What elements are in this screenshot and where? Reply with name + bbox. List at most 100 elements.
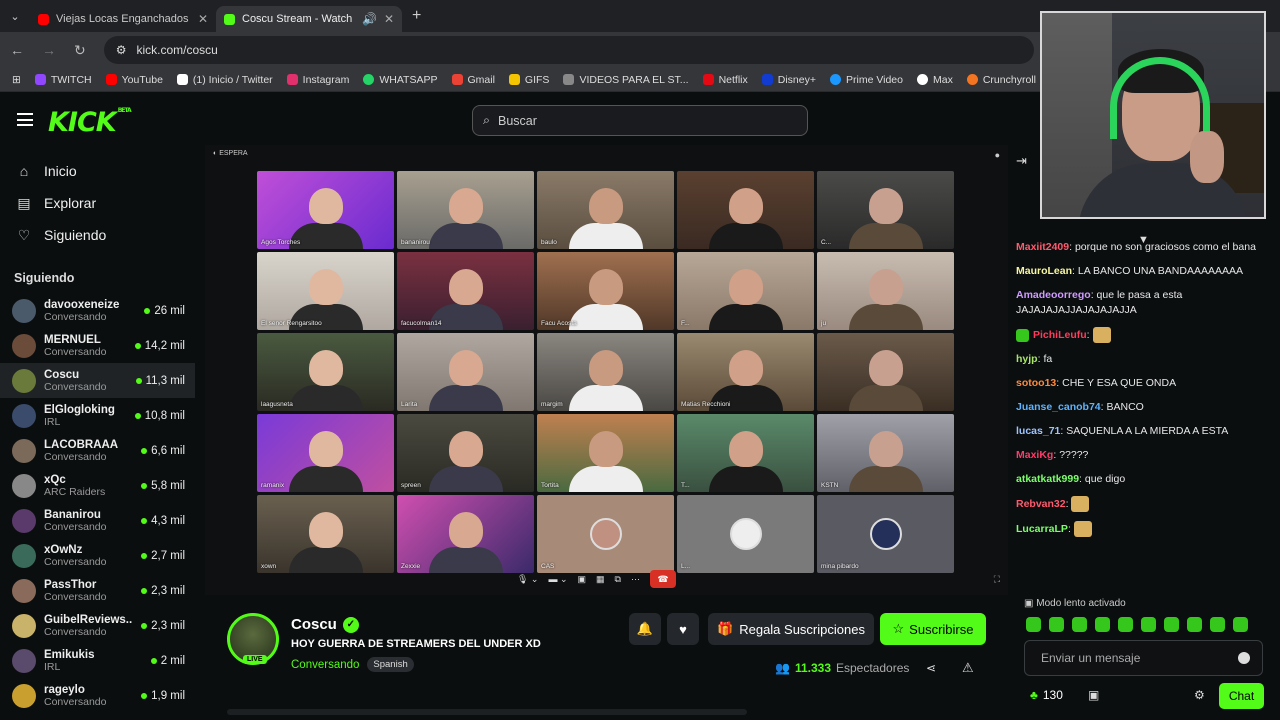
browser-tab-1[interactable]: Viejas Locas Enganchados Parte ✕	[30, 6, 216, 32]
bookmark[interactable]: Netflix	[702, 74, 748, 86]
emote-icon[interactable]	[1164, 617, 1179, 632]
hangup-button[interactable]: ☎	[649, 570, 676, 588]
bookmark[interactable]: Instagram	[286, 74, 349, 86]
participant-tile[interactable]	[817, 333, 954, 411]
site-info-icon[interactable]: ⚙	[116, 43, 127, 57]
bookmark[interactable]: TWITCH	[34, 74, 92, 86]
sidebar-channel[interactable]: xOwNz Conversando 2,7 mil	[0, 538, 195, 573]
nav-explorar[interactable]: ▤ Explorar	[0, 187, 205, 219]
participant-tile[interactable]: bananirou	[397, 171, 534, 249]
store-icon[interactable]: ▣	[1088, 688, 1099, 702]
chat-username[interactable]: Maxiit2409	[1016, 241, 1069, 253]
emoji-icon[interactable]	[1238, 652, 1250, 664]
category-link[interactable]: Conversando	[291, 659, 359, 671]
sidebar-channel[interactable]: Emikukis IRL 2 mil	[0, 643, 195, 678]
more-icon[interactable]: ⋯	[631, 574, 640, 585]
address-bar[interactable]: ⚙ kick.com/coscu	[103, 36, 1034, 64]
tab-search-icon[interactable]: ⌄	[0, 10, 30, 23]
layout-icon[interactable]: ▦	[596, 574, 605, 585]
chat-username[interactable]: Juanse_canob74	[1016, 401, 1101, 413]
video-player[interactable]: ◐ ESPERA Agos Torches bananirou baulo C... E…	[205, 145, 1008, 595]
emote-icon[interactable]	[1210, 617, 1225, 632]
bookmark[interactable]: Disney+	[761, 74, 816, 86]
camera-icon[interactable]: ▬ ⌄	[548, 574, 567, 585]
participant-tile[interactable]: spreen	[397, 414, 534, 492]
participant-tile[interactable]: facucolman14	[397, 252, 534, 330]
bookmark[interactable]: WHATSAPP	[363, 74, 438, 86]
emote-icon[interactable]	[1026, 617, 1041, 632]
search-input[interactable]: ⌕ Buscar	[472, 105, 808, 136]
subscribe-button[interactable]: ☆ Suscribirse	[880, 613, 986, 645]
back-icon[interactable]: ←	[10, 42, 24, 58]
participant-tile[interactable]: T...	[677, 414, 814, 492]
send-chat-button[interactable]: Chat	[1219, 683, 1264, 709]
speaker-icon[interactable]: 🔊	[362, 12, 377, 26]
gift-subs-button[interactable]: 🎁 Regala Suscripciones	[708, 613, 874, 645]
participant-tile[interactable]: baulo	[537, 171, 674, 249]
sidebar-channel[interactable]: xQc ARC Raiders 5,8 mil	[0, 468, 195, 503]
participant-tile[interactable]: Larita	[397, 333, 534, 411]
chat-username[interactable]: MauroLean	[1016, 265, 1072, 277]
captions-icon[interactable]: ▣	[578, 574, 587, 585]
chat-username[interactable]: PichiLeufu	[1033, 329, 1087, 341]
participant-tile[interactable]: margim	[537, 333, 674, 411]
share-icon[interactable]: ⋖	[926, 661, 936, 675]
gear-icon[interactable]: ⚙	[1194, 688, 1205, 702]
emote-icon[interactable]	[1187, 617, 1202, 632]
nav-siguiendo[interactable]: ♡ Siguiendo	[0, 219, 205, 251]
bookmark[interactable]: Crunchyroll	[966, 74, 1036, 86]
participant-tile[interactable]: L...	[677, 495, 814, 573]
collapse-chat-icon[interactable]: ⇥	[1016, 153, 1027, 169]
sidebar-channel[interactable]: Bananirou Conversando 4,3 mil	[0, 503, 195, 538]
mic-icon[interactable]: 🎙 ⌄	[517, 574, 538, 585]
sidebar-channel[interactable]: davooxeneize Conversando 26 mil	[0, 293, 195, 328]
participant-tile[interactable]: El senor Rengarsitoo	[257, 252, 394, 330]
bookmark[interactable]: Gmail	[451, 74, 495, 86]
sidebar-channel[interactable]: GuibelReviews... Conversando 2,3 mil	[0, 608, 195, 643]
chat-username[interactable]: LucarraLP	[1016, 523, 1068, 535]
sidebar-channel[interactable]: PassThor Conversando 2,3 mil	[0, 573, 195, 608]
chat-input[interactable]: Enviar un mensaje	[1024, 640, 1263, 676]
sidebar-channel[interactable]: ElGlogloking IRL 10,8 mil	[0, 398, 195, 433]
emote-icon[interactable]	[1141, 617, 1156, 632]
emote-icon[interactable]	[1095, 617, 1110, 632]
channel-points[interactable]: ♣ 130	[1030, 688, 1063, 702]
menu-icon[interactable]	[17, 113, 33, 126]
bookmark[interactable]: GIFS	[508, 74, 549, 86]
forward-icon[interactable]: →	[42, 42, 56, 58]
chat-username[interactable]: sotoo13	[1016, 377, 1056, 389]
participant-tile[interactable]: F...	[677, 252, 814, 330]
streamer-name[interactable]: Coscu	[291, 616, 337, 633]
participant-tile[interactable]: xown	[257, 495, 394, 573]
bell-icon[interactable]: 🔔	[629, 613, 661, 645]
apps-icon[interactable]: ⊞	[12, 74, 21, 86]
emote-icon[interactable]	[1233, 617, 1248, 632]
participant-tile[interactable]: C...	[817, 171, 954, 249]
chat-username[interactable]: lucas_71	[1016, 425, 1060, 437]
new-tab-icon[interactable]: +	[412, 7, 421, 25]
reload-icon[interactable]: ↻	[74, 42, 86, 59]
language-tag[interactable]: Spanish	[367, 657, 414, 672]
close-tab-icon[interactable]: ✕	[198, 12, 208, 26]
bookmark[interactable]: YouTube	[105, 74, 163, 86]
page-scrollbar[interactable]	[227, 709, 747, 715]
participant-tile[interactable]: ju	[817, 252, 954, 330]
participant-tile[interactable]: laagusneta	[257, 333, 394, 411]
sidebar-channel[interactable]: rageylo Conversando 1,9 mil	[0, 678, 195, 713]
sidebar-channel[interactable]: Coscu Conversando 11,3 mil	[0, 363, 195, 398]
chat-username[interactable]: MaxiKg	[1016, 449, 1053, 461]
nav-inicio[interactable]: ⌂ Inicio	[0, 155, 205, 187]
browser-tab-2[interactable]: Coscu Stream - Watch Live 🔊 ✕	[216, 6, 402, 32]
chat-username[interactable]: atkatkatk999	[1016, 473, 1079, 485]
report-icon[interactable]: ⚠	[962, 660, 974, 676]
fullscreen-icon[interactable]: ⛶	[994, 574, 1000, 585]
bookmark[interactable]: Max	[917, 74, 953, 86]
close-tab-icon[interactable]: ✕	[384, 12, 394, 26]
participant-tile[interactable]: KSTN	[817, 414, 954, 492]
emote-icon[interactable]	[1118, 617, 1133, 632]
kick-logo[interactable]: KICK BETA	[48, 107, 132, 138]
chat-bubble-icon[interactable]: ●	[995, 150, 1000, 160]
chat-username[interactable]: Rebvan32	[1016, 498, 1066, 510]
sidebar-channel[interactable]: LACOBRAAA Conversando 6,6 mil	[0, 433, 195, 468]
bookmark[interactable]: Prime Video	[829, 74, 903, 86]
